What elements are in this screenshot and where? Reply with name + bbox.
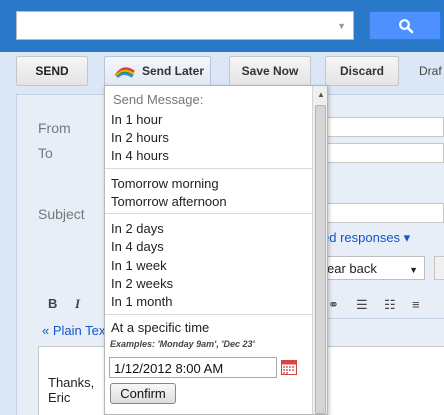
menu-item-in-1-hour[interactable]: In 1 hour: [111, 112, 162, 127]
indent-icon[interactable]: ≡: [412, 297, 420, 312]
signature-line-2: Eric: [48, 390, 71, 405]
menu-item-tomorrow-morning[interactable]: Tomorrow morning: [111, 176, 219, 191]
from-field[interactable]: [318, 117, 444, 137]
plain-text-link[interactable]: « Plain Tex: [42, 323, 105, 338]
menu-divider: [105, 168, 312, 169]
calendar-icon[interactable]: [281, 360, 297, 375]
menu-item-in-2-hours[interactable]: In 2 hours: [111, 130, 169, 145]
date-time-input[interactable]: [109, 357, 277, 378]
chevron-down-icon: ▼: [409, 265, 418, 275]
toolbar-divider: [318, 318, 444, 319]
menu-item-tomorrow-afternoon[interactable]: Tomorrow afternoon: [111, 194, 227, 209]
to-field[interactable]: [318, 143, 444, 163]
signature-line-1: Thanks,: [48, 375, 95, 390]
reply-select[interactable]: ear back ▼: [322, 256, 425, 280]
subject-field[interactable]: [318, 203, 444, 223]
link-icon[interactable]: ⚭: [328, 297, 339, 313]
drafts-status: Draf: [419, 64, 442, 78]
menu-header: Send Message:: [113, 92, 204, 107]
discard-button[interactable]: Discard: [325, 56, 399, 86]
send-later-menu: Send Message: In 1 hour In 2 hours In 4 …: [104, 85, 328, 415]
scrollbar-thumb[interactable]: [315, 105, 326, 414]
menu-scrollbar[interactable]: ▲: [312, 86, 327, 414]
search-options-arrow-icon[interactable]: ▼: [337, 21, 346, 31]
boomerang-logo-icon: [114, 67, 135, 78]
bold-button[interactable]: B: [48, 296, 57, 311]
menu-divider: [105, 314, 312, 315]
menu-divider: [105, 213, 312, 214]
to-label: To: [38, 145, 53, 161]
search-input[interactable]: ▼: [16, 11, 354, 40]
search-icon: [399, 19, 414, 34]
menu-item-in-2-days[interactable]: In 2 days: [111, 221, 164, 236]
menu-item-in-1-week[interactable]: In 1 week: [111, 258, 167, 273]
send-later-button[interactable]: Send Later: [104, 56, 211, 86]
extra-button[interactable]: [434, 256, 444, 280]
from-label: From: [38, 120, 71, 136]
menu-item-in-2-weeks[interactable]: In 2 weeks: [111, 276, 173, 291]
subject-label: Subject: [38, 206, 85, 222]
canned-responses-link[interactable]: ed responses ▾: [322, 230, 410, 246]
menu-item-specific-time[interactable]: At a specific time: [111, 320, 209, 335]
send-button[interactable]: SEND: [16, 56, 88, 86]
menu-item-in-4-days[interactable]: In 4 days: [111, 239, 164, 254]
send-later-label: Send Later: [142, 64, 205, 78]
confirm-button[interactable]: Confirm: [110, 383, 176, 404]
numbered-list-icon[interactable]: ☰: [356, 297, 368, 313]
scroll-up-arrow-icon[interactable]: ▲: [317, 90, 325, 99]
bulleted-list-icon[interactable]: ☷: [384, 297, 396, 313]
menu-item-in-1-month[interactable]: In 1 month: [111, 294, 172, 309]
menu-item-in-4-hours[interactable]: In 4 hours: [111, 148, 169, 163]
italic-button[interactable]: I: [75, 296, 80, 312]
reply-select-value: ear back: [327, 261, 377, 276]
search-button[interactable]: [369, 11, 441, 40]
examples-hint: Examples: 'Monday 9am', 'Dec 23': [110, 339, 255, 349]
save-now-button[interactable]: Save Now: [229, 56, 311, 86]
